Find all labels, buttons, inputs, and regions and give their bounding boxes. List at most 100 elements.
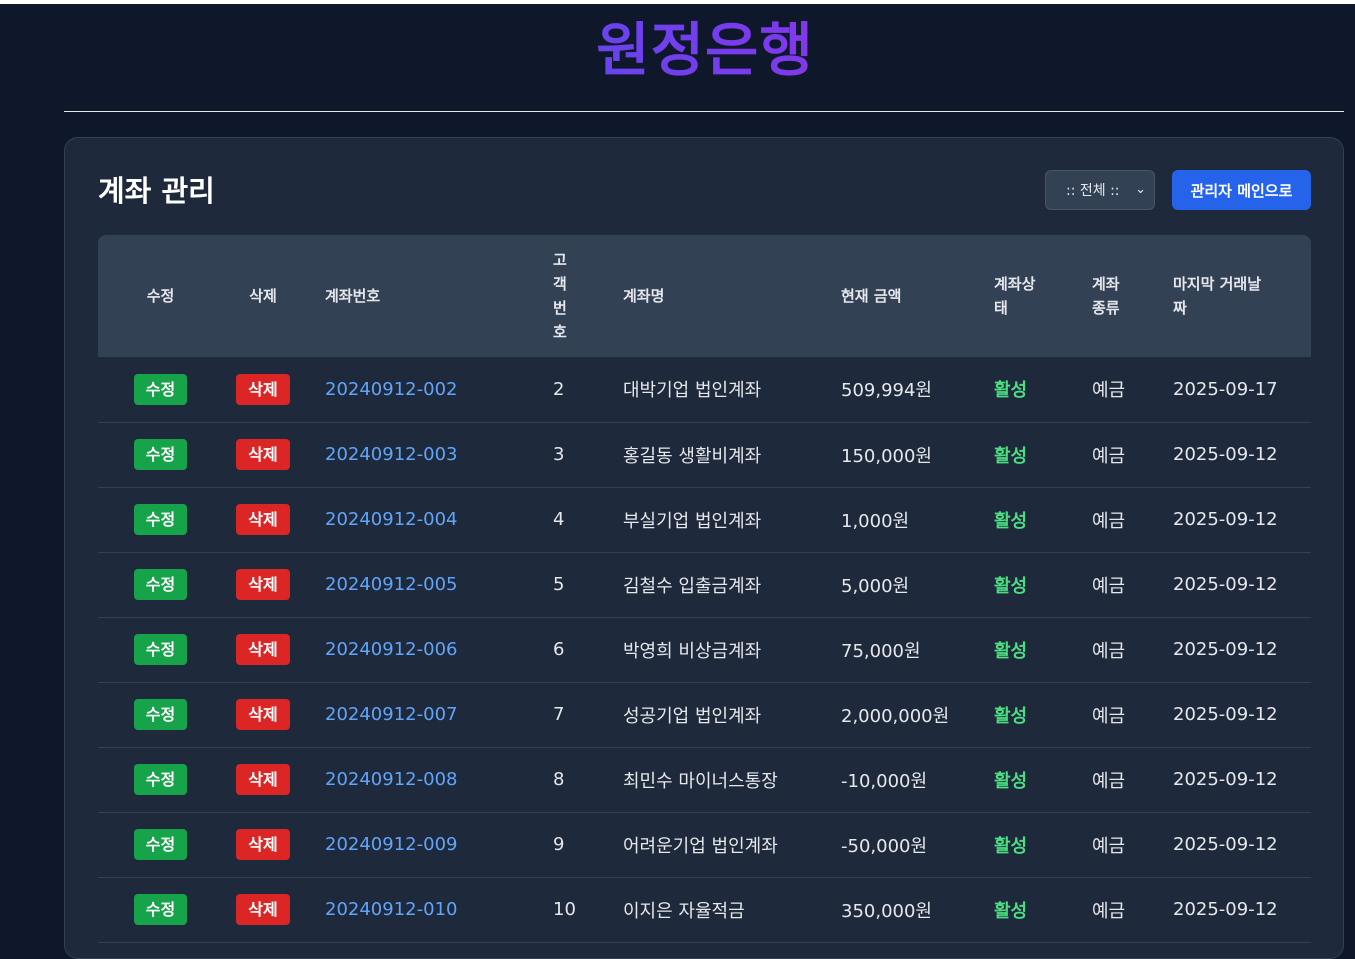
delete-button[interactable]: 삭제 [236, 829, 290, 860]
header-status: 계좌상태 [994, 275, 1036, 317]
account-type: 예금 [1092, 900, 1126, 922]
account-name: 어려운기업 법인계좌 [623, 835, 778, 857]
filter-selected-value: :: 전체 :: [1066, 183, 1120, 199]
status-badge: 활성 [994, 510, 1028, 532]
last-transaction-date: 2025-09-12 [1173, 574, 1278, 595]
delete-button[interactable]: 삭제 [236, 569, 290, 600]
header-edit: 수정 [146, 287, 175, 305]
account-name: 최민수 마이너스통장 [623, 770, 778, 792]
top-border [0, 0, 1355, 4]
header-type: 계좌종류 [1092, 275, 1120, 317]
balance: 75,000원 [841, 640, 921, 662]
bank-logo-title[interactable]: 원정은행 [0, 14, 1355, 86]
account-name: 홍길동 생활비계좌 [623, 445, 762, 467]
last-transaction-date: 2025-09-12 [1173, 444, 1278, 465]
delete-button[interactable]: 삭제 [236, 504, 290, 535]
account-number-link[interactable]: 20240912-003 [325, 444, 457, 465]
account-name: 박영희 비상금계좌 [623, 640, 762, 662]
edit-button[interactable]: 수정 [133, 894, 188, 925]
header-last-date: 마지막 거래날짜 [1173, 275, 1262, 317]
delete-button[interactable]: 삭제 [236, 764, 290, 795]
status-badge: 활성 [994, 835, 1028, 857]
header-account-name: 계좌명 [623, 287, 665, 305]
status-badge: 활성 [994, 380, 1028, 402]
header-account-no: 계좌번호 [325, 287, 381, 305]
delete-button[interactable]: 삭제 [236, 894, 290, 925]
balance: 5,000원 [841, 575, 910, 597]
accounts-table: 수정 삭제 계좌번호 고객번호 계좌명 현재 금액 계좌상태 계좌종류 마지막 … [98, 235, 1311, 943]
edit-button[interactable]: 수정 [133, 699, 188, 730]
account-name: 김철수 입출금계좌 [623, 575, 762, 597]
account-management-panel: 계좌 관리 :: 전체 :: ⌄ 관리자 메인으로 수정 삭제 계좌번호 고객번… [64, 137, 1344, 959]
table-row: 수정 삭제 20240912-008 8 최민수 마이너스통장 -10,000원 활성 예금 2… [98, 747, 1311, 812]
page-title: 계좌 관리 [98, 174, 215, 208]
customer-number: 9 [553, 834, 565, 855]
customer-number: 4 [553, 509, 565, 530]
table-row: 수정 삭제 20240912-003 3 홍길동 생활비계좌 150,000원 활성 예금 20… [98, 422, 1311, 487]
admin-main-button[interactable]: 관리자 메인으로 [1172, 170, 1311, 210]
last-transaction-date: 2025-09-12 [1173, 509, 1278, 530]
status-badge: 활성 [994, 640, 1028, 662]
header-customer-no: 고객번호 [553, 251, 567, 341]
last-transaction-date: 2025-09-12 [1173, 769, 1278, 790]
customer-number: 2 [553, 378, 565, 400]
chevron-down-icon: ⌄ [1135, 182, 1146, 197]
status-badge: 활성 [994, 445, 1028, 467]
edit-button[interactable]: 수정 [133, 569, 188, 600]
last-transaction-date: 2025-09-12 [1173, 704, 1278, 725]
balance: 509,994원 [841, 380, 932, 402]
balance: 1,000원 [841, 510, 910, 532]
delete-button[interactable]: 삭제 [236, 439, 290, 470]
customer-number: 5 [553, 574, 565, 595]
last-transaction-date: 2025-09-12 [1173, 899, 1278, 920]
table-row: 수정 삭제 20240912-007 7 성공기업 법인계좌 2,000,000원 활성 예금… [98, 682, 1311, 747]
status-badge: 활성 [994, 770, 1028, 792]
account-type: 예금 [1092, 640, 1126, 662]
customer-number: 10 [553, 899, 576, 920]
edit-button[interactable]: 수정 [133, 373, 188, 405]
account-number-link[interactable]: 20240912-006 [325, 639, 457, 660]
last-transaction-date: 2025-09-17 [1173, 378, 1278, 400]
status-filter-select[interactable]: :: 전체 :: ⌄ [1045, 170, 1155, 210]
account-number-link[interactable]: 20240912-010 [325, 899, 457, 920]
header-delete: 삭제 [249, 287, 277, 305]
status-badge: 활성 [994, 900, 1028, 922]
balance: 2,000,000원 [841, 705, 950, 727]
account-number-link[interactable]: 20240912-009 [325, 834, 457, 855]
edit-button[interactable]: 수정 [133, 764, 188, 795]
balance: -50,000원 [841, 835, 928, 857]
account-name: 이지은 자율적금 [623, 900, 745, 922]
account-type: 예금 [1092, 445, 1126, 467]
status-badge: 활성 [994, 575, 1028, 597]
accounts-table-container[interactable]: 수정 삭제 계좌번호 고객번호 계좌명 현재 금액 계좌상태 계좌종류 마지막 … [98, 235, 1311, 958]
customer-number: 3 [553, 444, 565, 465]
account-number-link[interactable]: 20240912-004 [325, 509, 457, 530]
account-number-link[interactable]: 20240912-005 [325, 574, 457, 595]
delete-button[interactable]: 삭제 [236, 634, 290, 665]
account-name: 대박기업 법인계좌 [623, 380, 762, 402]
header-divider [64, 111, 1344, 112]
status-badge: 활성 [994, 705, 1028, 727]
header-balance: 현재 금액 [841, 287, 902, 305]
account-number-link[interactable]: 20240912-008 [325, 769, 457, 790]
edit-button[interactable]: 수정 [133, 634, 188, 665]
table-row: 수정 삭제 20240912-005 5 김철수 입출금계좌 5,000원 활성 예금 2025… [98, 552, 1311, 617]
account-type: 예금 [1092, 575, 1126, 597]
edit-button[interactable]: 수정 [133, 829, 188, 860]
edit-button[interactable]: 수정 [133, 504, 188, 535]
customer-number: 6 [553, 639, 565, 660]
account-type: 예금 [1092, 770, 1126, 792]
table-row: 수정 삭제 20240912-004 4 부실기업 법인계좌 1,000원 활성 예금 2025… [98, 487, 1311, 552]
account-type: 예금 [1092, 380, 1126, 402]
edit-button[interactable]: 수정 [133, 439, 188, 470]
delete-button[interactable]: 삭제 [236, 699, 290, 730]
account-number-link[interactable]: 20240912-002 [325, 379, 457, 400]
last-transaction-date: 2025-09-12 [1173, 834, 1278, 855]
account-type: 예금 [1092, 510, 1126, 532]
delete-button[interactable]: 삭제 [236, 373, 290, 405]
account-type: 예금 [1092, 705, 1126, 727]
account-number-link[interactable]: 20240912-007 [325, 704, 457, 725]
customer-number: 7 [553, 704, 565, 725]
table-row: 수정 삭제 20240912-010 10 이지은 자율적금 350,000원 활성 예금 20… [98, 877, 1311, 942]
table-header-row: 수정 삭제 계좌번호 고객번호 계좌명 현재 금액 계좌상태 계좌종류 마지막 … [98, 235, 1311, 357]
